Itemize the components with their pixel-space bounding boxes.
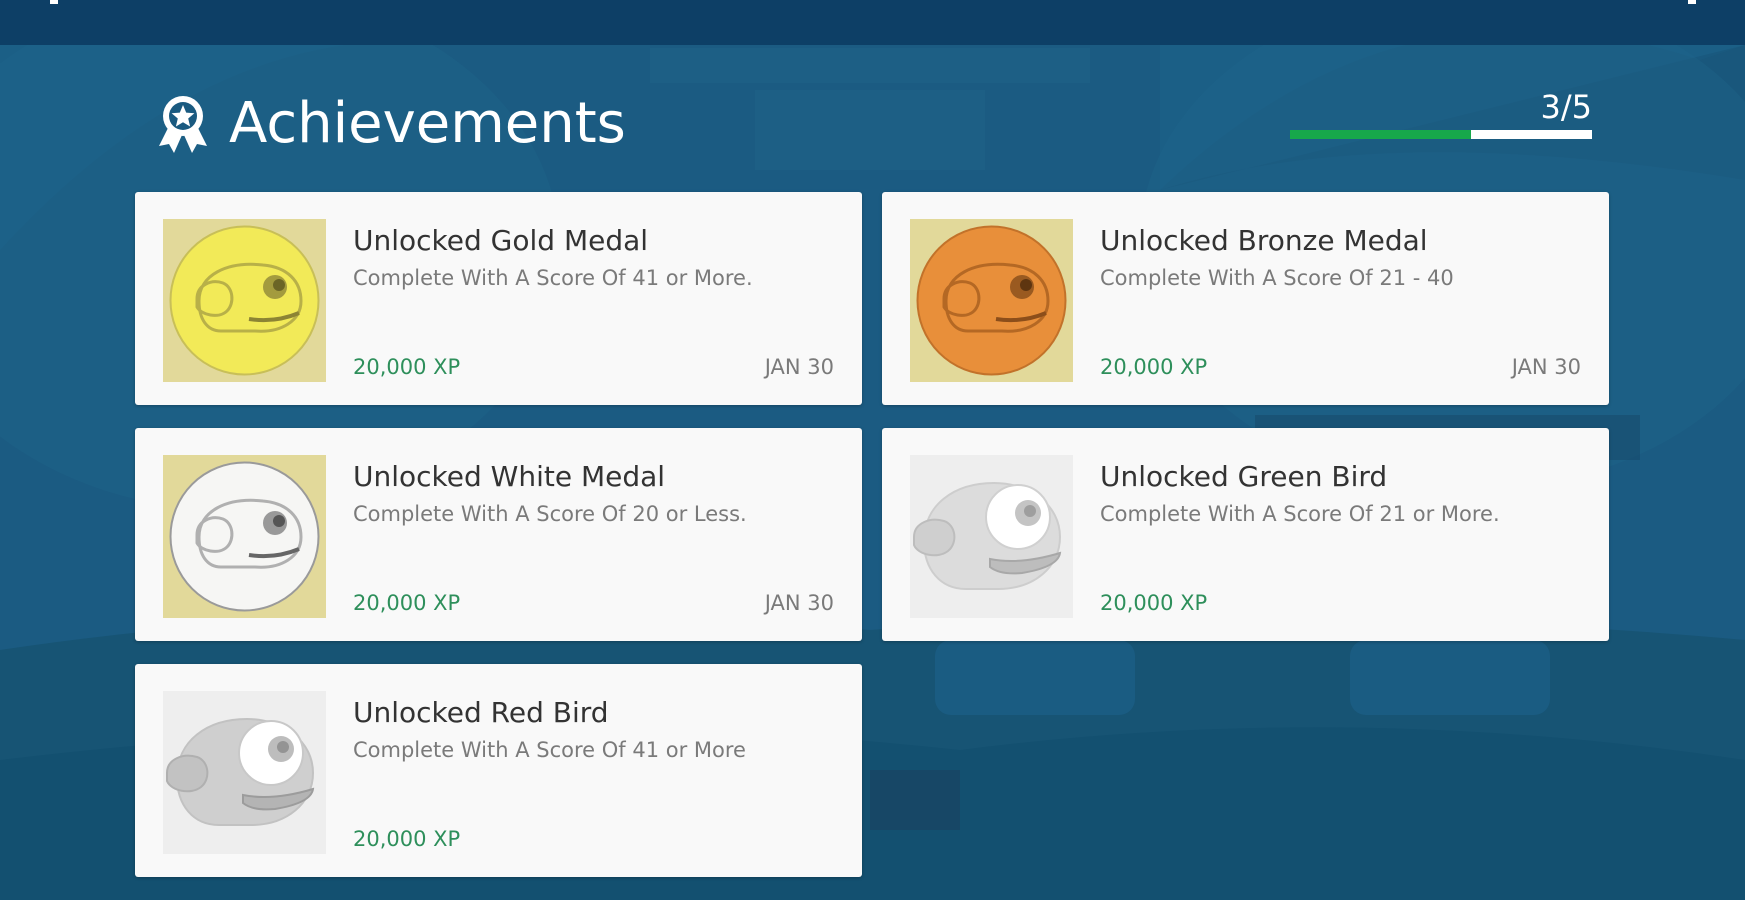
achievement-xp: 20,000 XP xyxy=(353,591,461,615)
white-medal-icon xyxy=(163,455,326,618)
achievement-description: Complete With A Score Of 20 or Less. xyxy=(353,502,747,526)
achievement-card-white-medal[interactable]: Unlocked White Medal Complete With A Sco… xyxy=(135,428,862,641)
achievement-card-gold-medal[interactable]: Unlocked Gold Medal Complete With A Scor… xyxy=(135,192,862,405)
achievement-title: Unlocked Green Bird xyxy=(1100,460,1388,493)
achievement-description: Complete With A Score Of 41 or More xyxy=(353,738,746,762)
page-title: Achievements xyxy=(229,90,626,156)
achievement-xp: 20,000 XP xyxy=(1100,355,1208,379)
red-bird-icon xyxy=(163,691,326,854)
achievement-card-bronze-medal[interactable]: Unlocked Bronze Medal Complete With A Sc… xyxy=(882,192,1609,405)
achievements-header: Achievements xyxy=(155,88,626,158)
achievement-title: Unlocked Red Bird xyxy=(353,696,609,729)
achievement-date: JAN 30 xyxy=(764,355,834,379)
achievement-card-red-bird[interactable]: Unlocked Red Bird Complete With A Score … xyxy=(135,664,862,877)
top-bar xyxy=(0,0,1745,45)
progress-fill xyxy=(1290,130,1472,139)
award-ribbon-icon xyxy=(159,96,207,153)
progress-bar xyxy=(1290,130,1592,139)
achievement-title: Unlocked Gold Medal xyxy=(353,224,649,257)
achievement-xp: 20,000 XP xyxy=(1100,591,1208,615)
menu-glyph[interactable] xyxy=(1688,0,1696,4)
achievement-description: Complete With A Score Of 21 - 40 xyxy=(1100,266,1454,290)
bronze-medal-icon xyxy=(910,219,1073,382)
achievement-xp: 20,000 XP xyxy=(353,355,461,379)
achievement-title: Unlocked Bronze Medal xyxy=(1100,224,1428,257)
achievement-date: JAN 30 xyxy=(764,591,834,615)
achievement-description: Complete With A Score Of 21 or More. xyxy=(1100,502,1500,526)
achievement-description: Complete With A Score Of 41 or More. xyxy=(353,266,753,290)
achievement-title: Unlocked White Medal xyxy=(353,460,666,493)
green-bird-icon xyxy=(910,455,1073,618)
achievement-date: JAN 30 xyxy=(1511,355,1581,379)
achievements-screen: Achievements 3/5 Unlocked Gold Medal Com… xyxy=(0,0,1745,900)
back-glyph[interactable] xyxy=(50,0,58,4)
achievement-xp: 20,000 XP xyxy=(353,827,461,851)
gold-medal-icon xyxy=(163,219,326,382)
achievement-card-green-bird[interactable]: Unlocked Green Bird Complete With A Scor… xyxy=(882,428,1609,641)
progress-count: 3/5 xyxy=(1540,88,1593,126)
